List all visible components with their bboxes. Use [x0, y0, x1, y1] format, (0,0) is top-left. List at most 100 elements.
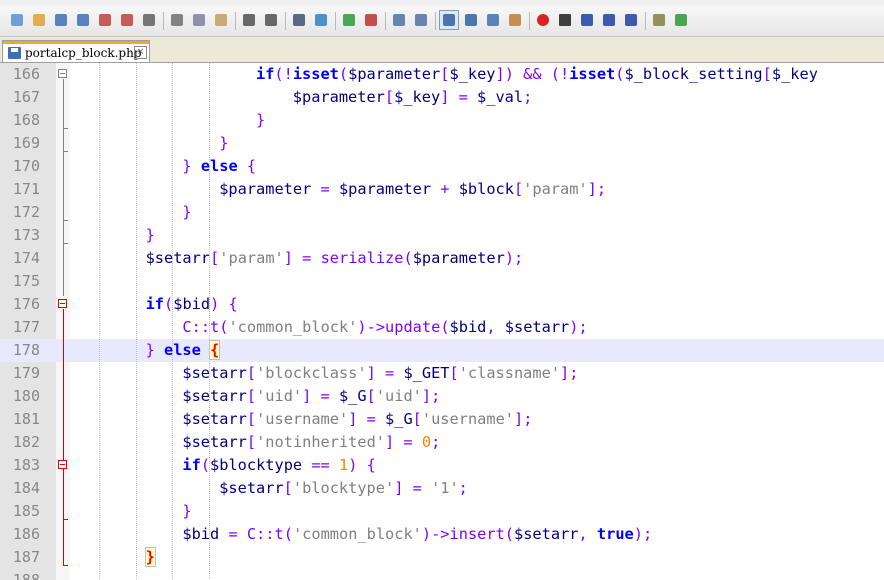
- code-text: $setarr['username'] = $_G['username'];: [182, 408, 532, 431]
- undo-icon[interactable]: [240, 11, 258, 29]
- new-file-icon[interactable]: [8, 11, 26, 29]
- fold-box-icon[interactable]: [58, 69, 67, 78]
- redo-icon[interactable]: [262, 11, 280, 29]
- indent-guide: [209, 63, 211, 580]
- code-token: ];: [560, 364, 579, 382]
- toolbar-separator: [163, 12, 164, 30]
- code-token: [: [246, 410, 257, 428]
- save-all-icon[interactable]: [74, 11, 92, 29]
- indent-guide-icon[interactable]: [484, 11, 502, 29]
- code-text: if($bid) {: [146, 293, 238, 316]
- user-lang-icon[interactable]: [506, 11, 524, 29]
- sync-scroll-v-icon[interactable]: [390, 11, 408, 29]
- code-token: $_G: [385, 410, 413, 428]
- code-token: $parameter: [348, 65, 441, 83]
- code-token: (: [440, 318, 450, 336]
- code-token: }: [145, 341, 165, 359]
- find-icon[interactable]: [290, 11, 308, 29]
- code-token: $_key: [449, 65, 496, 83]
- record-macro-icon[interactable]: [534, 11, 552, 29]
- code-token: ;: [431, 433, 441, 451]
- code-line: 168}: [0, 109, 884, 132]
- copy-icon[interactable]: [190, 11, 208, 29]
- toolbar-separator: [529, 12, 530, 30]
- line-number: 176: [12, 295, 40, 313]
- code-token: $_val: [477, 88, 524, 106]
- play-macro-icon[interactable]: [578, 11, 596, 29]
- code-token: true: [596, 525, 634, 543]
- code-line: 180 $setarr['uid'] = $_G['uid'];: [0, 385, 884, 408]
- line-number: 168: [12, 111, 40, 129]
- save-icon[interactable]: [52, 11, 70, 29]
- code-token: ]): [495, 65, 514, 83]
- code-token: $setarr: [182, 387, 247, 405]
- code-token: $_GET: [403, 364, 450, 382]
- saved-file-icon: [8, 47, 21, 59]
- code-token: 1: [338, 456, 349, 474]
- code-token: $block: [458, 180, 514, 198]
- line-number: 181: [12, 410, 40, 428]
- stop-macro-icon[interactable]: [556, 11, 574, 29]
- code-text: $setarr['notinherited'] = 0;: [182, 431, 440, 454]
- tab-close-icon[interactable]: ×: [134, 46, 147, 59]
- sync-scroll-h-icon[interactable]: [412, 11, 430, 29]
- code-token: [: [449, 364, 459, 382]
- code-token: isset: [569, 65, 616, 83]
- zoom-in-icon[interactable]: [340, 11, 358, 29]
- code-line: 171 $parameter = $parameter + $block['par…: [0, 178, 884, 201]
- code-token: [: [366, 387, 376, 405]
- code-text: if($blocktype == 1) {: [182, 454, 375, 477]
- fold-end-tick: [63, 519, 68, 520]
- code-token: 'blockclass': [256, 364, 367, 382]
- code-token: $setarr: [182, 364, 247, 382]
- code-token: $setarr: [182, 433, 247, 451]
- cut-icon[interactable]: [168, 11, 186, 29]
- code-text: $setarr['blocktype'] = '1';: [219, 477, 468, 500]
- fold-box-icon[interactable]: [58, 299, 67, 308]
- tab-label: portalcp_block.php: [25, 46, 142, 60]
- save-macro-icon[interactable]: [622, 11, 640, 29]
- code-token: );: [633, 525, 653, 543]
- open-icon[interactable]: [30, 11, 48, 29]
- fold-box-icon[interactable]: [58, 460, 67, 469]
- code-line: 170} else {: [0, 155, 884, 178]
- code-token: $setarr: [504, 318, 570, 336]
- code-token: ,: [578, 525, 597, 543]
- line-number: 185: [12, 502, 40, 520]
- code-token: (!: [274, 65, 293, 83]
- run-macro-multiple-icon[interactable]: [600, 11, 618, 29]
- word-wrap-icon[interactable]: [439, 10, 459, 30]
- launch-browser-icon[interactable]: [650, 11, 668, 29]
- code-token: (: [338, 65, 349, 83]
- code-line: 184 $setarr['blocktype'] = '1';: [0, 477, 884, 500]
- tab-portalcp-block[interactable]: portalcp_block.php ×: [2, 40, 150, 62]
- code-token: [: [762, 65, 772, 83]
- paste-icon[interactable]: [212, 11, 230, 29]
- code-text: $parameter[$_key] = $_val;: [293, 86, 533, 109]
- spell-check-icon[interactable]: [672, 11, 690, 29]
- toolbar: [0, 6, 884, 37]
- code-token: }: [256, 111, 266, 129]
- fold-end-tick: [63, 565, 68, 566]
- code-line: 188: [0, 569, 884, 580]
- code-token: ::: [256, 525, 275, 543]
- line-number: 175: [12, 272, 40, 290]
- print-icon[interactable]: [140, 11, 158, 29]
- fold-end-tick: [63, 128, 68, 129]
- line-number: 167: [12, 88, 40, 106]
- code-text: $bid = C::t('common_block')->insert($set…: [182, 523, 652, 546]
- show-all-chars-icon[interactable]: [462, 11, 480, 29]
- replace-icon[interactable]: [312, 11, 330, 29]
- tab-bar: portalcp_block.php ×: [0, 37, 884, 63]
- code-token: $setarr: [182, 410, 247, 428]
- line-number: 174: [12, 249, 40, 267]
- zoom-out-icon[interactable]: [362, 11, 380, 29]
- code-token: 'common_block': [228, 318, 358, 336]
- code-token: [: [412, 410, 422, 428]
- close-icon[interactable]: [96, 11, 114, 29]
- code-token: 'classname': [458, 364, 561, 382]
- close-all-icon[interactable]: [118, 11, 136, 29]
- code-token: }: [219, 134, 229, 152]
- code-text: }: [182, 201, 191, 224]
- code-editor[interactable]: 166 if(!isset($parameter[$_key]) && (!iss…: [0, 63, 884, 580]
